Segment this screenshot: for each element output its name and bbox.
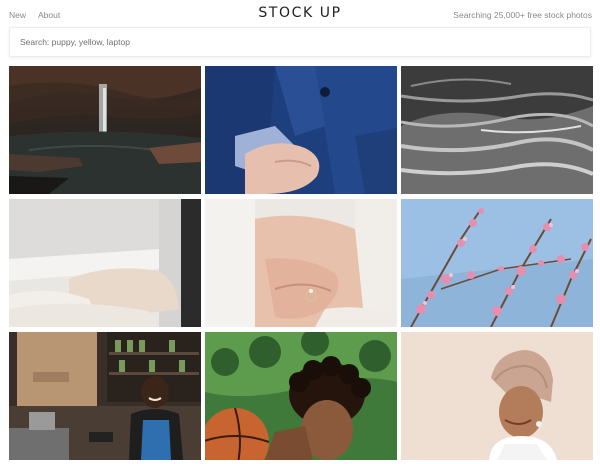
waterfall-cave-photo [9, 66, 201, 194]
photo-tile-waterfall-cave[interactable] [9, 66, 201, 194]
photo-tile-basketball-player[interactable] [205, 332, 397, 460]
textured-water-photo [401, 66, 593, 194]
top-bar: New About STOCK UP Searching 25,000+ fre… [0, 0, 600, 28]
woman-headscarf-photo [401, 332, 593, 460]
engagement-ring-hands-photo [205, 199, 397, 327]
photo-tile-bed-pillows[interactable] [9, 199, 201, 327]
photo-tile-suit-hands[interactable] [205, 66, 397, 194]
photo-tile-textured-water[interactable] [401, 66, 593, 194]
photo-tile-pink-blossoms[interactable] [401, 199, 593, 327]
photo-tile-woman-headscarf[interactable] [401, 332, 593, 460]
search-input[interactable] [10, 28, 590, 56]
photo-count-text: Searching 25,000+ free stock photos [453, 10, 592, 20]
barista-cafe-photo [9, 332, 201, 460]
suit-hands-photo [205, 66, 397, 194]
pink-blossoms-photo [401, 199, 593, 327]
photo-tile-engagement-ring-hands[interactable] [205, 199, 397, 327]
bed-pillows-photo [9, 199, 201, 327]
basketball-player-photo [205, 332, 397, 460]
search-bar [9, 27, 591, 57]
photo-tile-barista-cafe[interactable] [9, 332, 201, 460]
